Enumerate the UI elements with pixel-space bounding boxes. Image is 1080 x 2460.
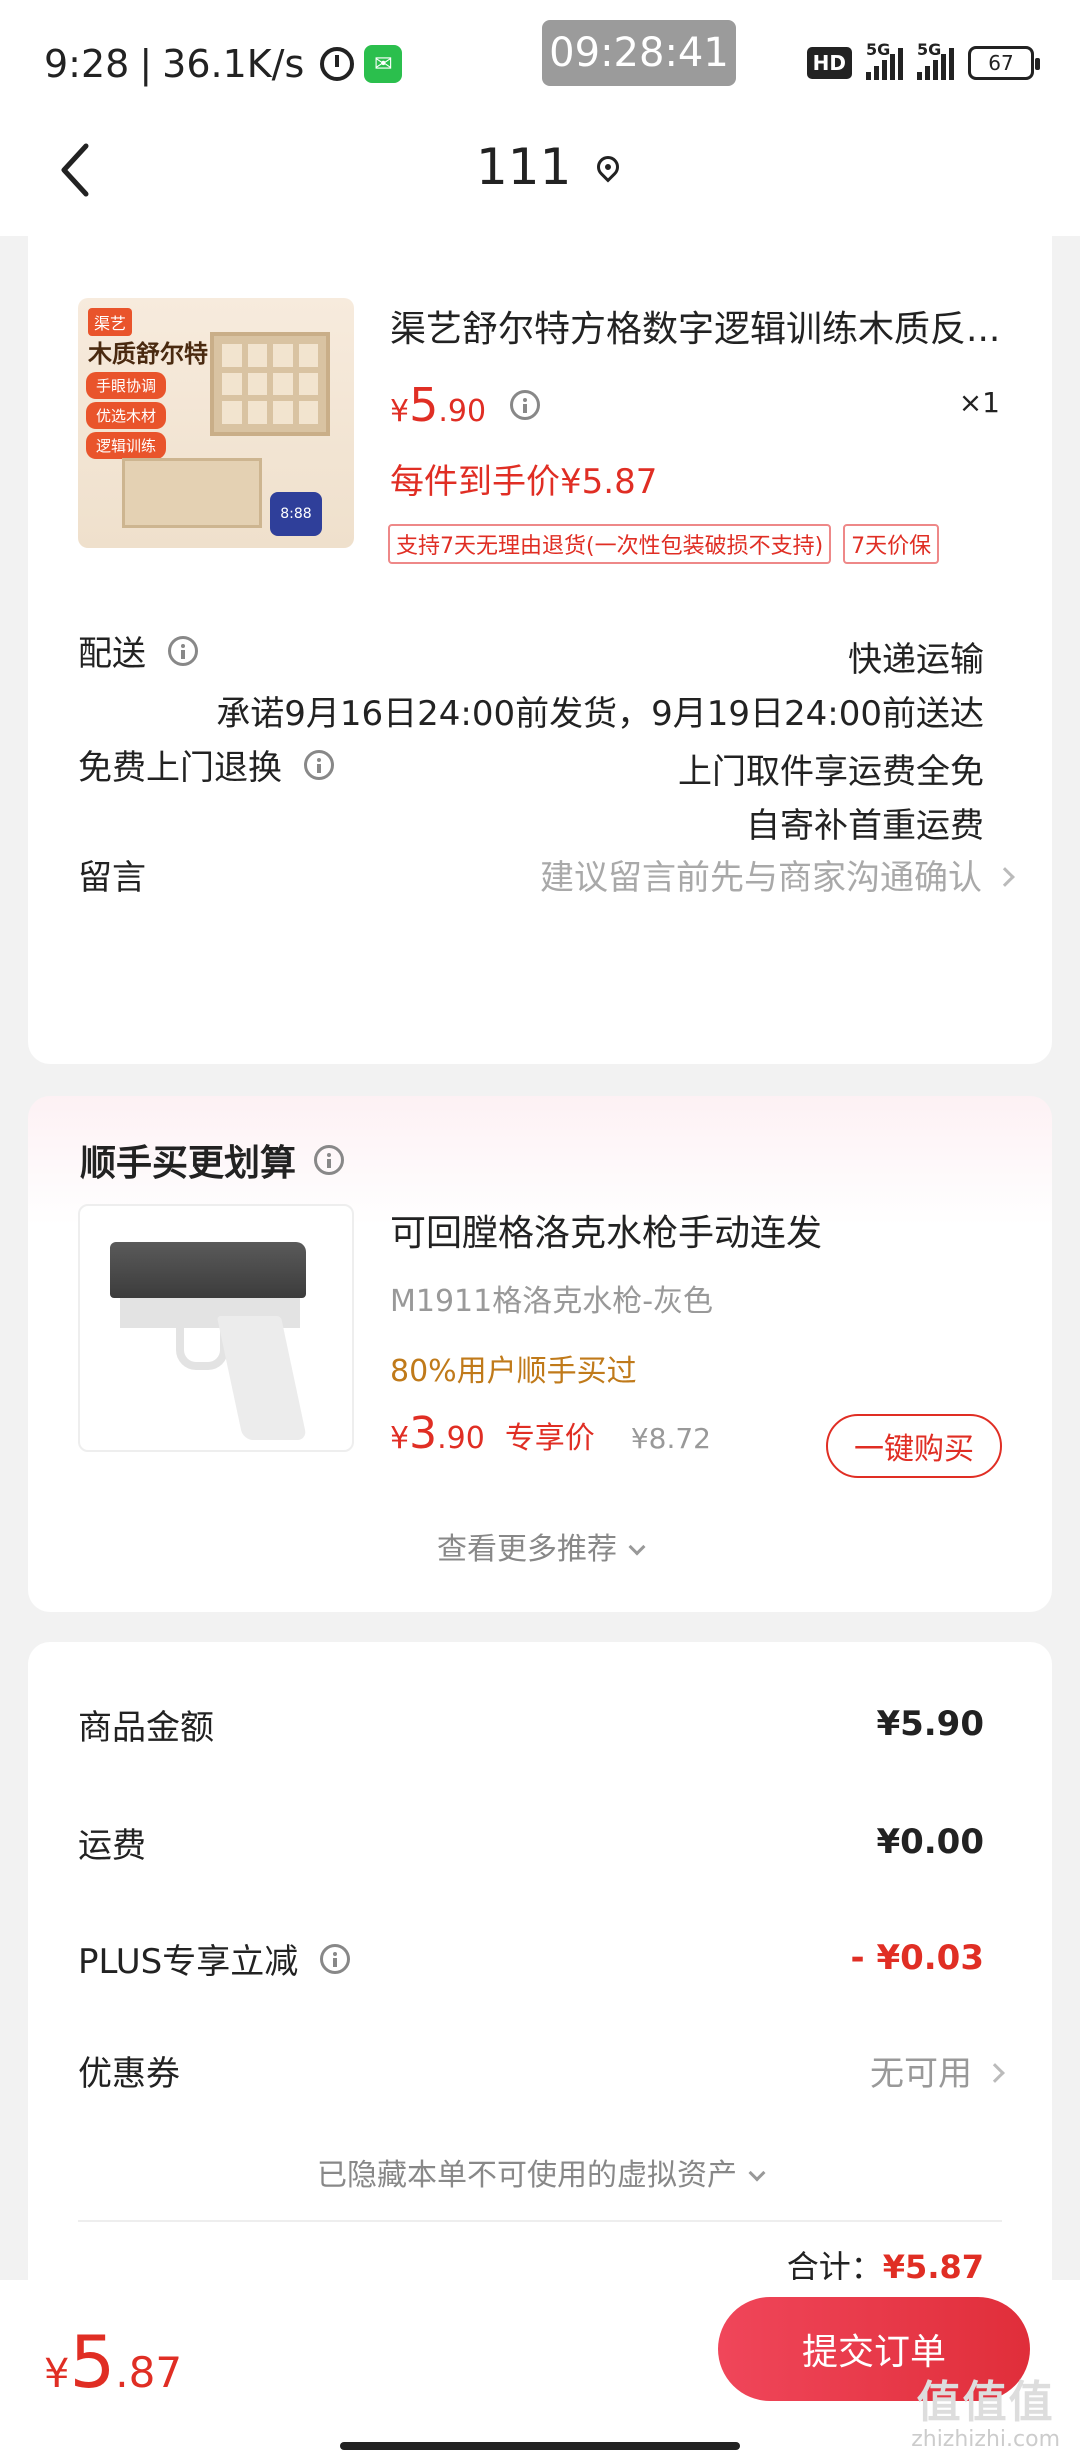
plus-info-icon[interactable] bbox=[320, 1943, 351, 1974]
gun-slide-image bbox=[110, 1242, 306, 1298]
delivery-info-icon[interactable] bbox=[168, 635, 198, 666]
signal-icon: 5G bbox=[866, 40, 903, 80]
address-label: 111 bbox=[476, 138, 572, 196]
recommend-price: ¥ 3 .90 专享价 ¥8.72 bbox=[390, 1408, 711, 1459]
timer-image: 8:88 bbox=[270, 492, 322, 536]
product-thumbnail[interactable]: 渠艺 木质舒尔特 手眼协调 优选木材 逻辑训练 8:88 bbox=[78, 298, 354, 548]
hd-icon: HD bbox=[806, 47, 852, 79]
product-title[interactable]: 渠艺舒尔特方格数字逻辑训练木质反... bbox=[390, 300, 1000, 352]
original-price: ¥8.72 bbox=[630, 1422, 711, 1455]
nav-bar: 111 bbox=[0, 120, 1080, 236]
price-info-icon[interactable] bbox=[510, 390, 541, 420]
recommend-card: 顺手买更划算 可回膛格洛克水枪手动连发 M1911格洛克水枪-灰色 80%用户顺… bbox=[28, 1096, 1052, 1612]
shipping-value: ¥0.00 bbox=[876, 1822, 984, 1862]
home-indicator[interactable] bbox=[340, 2442, 740, 2450]
bottom-total-price: ¥ 5 .87 bbox=[44, 2320, 183, 2404]
signal-icon-2: 5G bbox=[917, 40, 954, 80]
delivery-promise: 承诺9月16日24:00前发货，9月19日24:00前送达 bbox=[216, 694, 984, 734]
wechat-icon: ✉ bbox=[364, 45, 403, 83]
recommend-spec: M1911格洛克水枪-灰色 bbox=[390, 1284, 714, 1319]
chevron-down-icon bbox=[628, 1538, 646, 1556]
price-protect-tag: 7天价保 bbox=[843, 524, 940, 564]
grid-board-image bbox=[210, 332, 330, 436]
chevron-down-icon bbox=[748, 2164, 766, 2182]
return-line-2: 自寄补首重运费 bbox=[746, 806, 984, 846]
delivery-method[interactable]: 快递运输 bbox=[848, 632, 984, 681]
product-quantity: ×1 bbox=[958, 386, 1000, 419]
back-icon[interactable] bbox=[56, 140, 96, 200]
bottom-bar: ¥ 5 .87 提交订单 值值值 zhizhizhi.com bbox=[0, 2280, 1080, 2460]
exclusive-label: 专享价 bbox=[504, 1421, 595, 1456]
goods-amount-value: ¥5.90 bbox=[876, 1704, 984, 1744]
plus-discount-value: - ¥0.03 bbox=[850, 1938, 985, 1978]
recommend-buyers: 80%用户顺手买过 bbox=[390, 1354, 637, 1389]
tile-tray-image bbox=[122, 458, 262, 528]
order-product-card: 渠艺 木质舒尔特 手眼协调 优选木材 逻辑训练 8:88 渠艺舒尔特方格数字逻辑… bbox=[28, 236, 1052, 1064]
watermark: 值值值 zhizhizhi.com bbox=[911, 2377, 1060, 2452]
clock-overlay: 09:28:41 bbox=[542, 20, 736, 86]
coupon-value: 无可用 bbox=[870, 2054, 972, 2094]
battery-icon: 67 bbox=[968, 46, 1040, 80]
recommend-thumbnail[interactable] bbox=[78, 1204, 354, 1452]
thumb-chip: 手眼协调 bbox=[86, 372, 167, 399]
status-left: 9:28 | 36.1K/s ✉ bbox=[44, 42, 403, 86]
location-pin-icon bbox=[592, 151, 624, 183]
return-policy-tag: 支持7天无理由退货(一次性包装破损不支持) bbox=[388, 524, 832, 564]
thumb-chip: 逻辑训练 bbox=[86, 432, 167, 459]
service-tags: 支持7天无理由退货(一次性包装破损不支持) 7天价保 bbox=[388, 524, 940, 564]
chevron-right-icon bbox=[995, 866, 1015, 887]
hidden-assets-toggle[interactable]: 已隐藏本单不可使用的虚拟资产 bbox=[28, 2150, 1052, 2194]
price-summary-card: 商品金额 ¥5.90 运费 ¥0.00 PLUS专享立减 - ¥0.03 优惠券… bbox=[28, 1642, 1052, 2342]
gun-grip-image bbox=[216, 1316, 308, 1440]
return-info-icon[interactable] bbox=[304, 749, 334, 780]
thumb-title: 木质舒尔特 bbox=[88, 340, 208, 368]
alarm-icon bbox=[320, 47, 355, 81]
one-click-buy-button[interactable]: 一键购买 bbox=[826, 1414, 1002, 1478]
recommend-info-icon[interactable] bbox=[314, 1145, 345, 1175]
address-title[interactable]: 111 bbox=[476, 138, 624, 196]
note-label: 留言 bbox=[78, 858, 146, 898]
divider bbox=[78, 2220, 1002, 2222]
shipping-label: 运费 bbox=[78, 1826, 146, 1866]
recommend-heading: 顺手买更划算 bbox=[80, 1134, 345, 1186]
plus-discount-label: PLUS专享立减 bbox=[78, 1934, 351, 1983]
thumb-chip: 优选木材 bbox=[86, 402, 167, 429]
return-line-1: 上门取件享运费全免 bbox=[678, 752, 984, 792]
status-time: 9:28 bbox=[44, 42, 130, 86]
note-placeholder: 建议留言前先与商家沟通确认 bbox=[540, 858, 982, 898]
final-unit-price: 每件到手价¥5.87 bbox=[390, 462, 658, 502]
coupon-selector[interactable]: 无可用 bbox=[870, 2046, 1005, 2095]
status-right: HD 5G 5G 67 bbox=[806, 40, 1040, 80]
status-bar: 9:28 | 36.1K/s ✉ 09:28:41 HD 5G 5G 67 bbox=[0, 0, 1080, 120]
recommend-title[interactable]: 可回膛格洛克水枪手动连发 bbox=[390, 1204, 822, 1256]
more-recommend-link[interactable]: 查看更多推荐 bbox=[28, 1524, 1052, 1568]
coupon-label: 优惠券 bbox=[78, 2054, 180, 2094]
free-return-label: 免费上门退换 bbox=[78, 740, 334, 789]
status-net-speed: 36.1K/s bbox=[162, 42, 305, 86]
goods-amount-label: 商品金额 bbox=[78, 1708, 214, 1748]
thumb-brand-tag: 渠艺 bbox=[88, 308, 133, 336]
note-input[interactable]: 建议留言前先与商家沟通确认 bbox=[540, 850, 1015, 899]
product-price: ¥ 5 .90 bbox=[390, 378, 541, 432]
chevron-right-icon bbox=[985, 2062, 1005, 2083]
delivery-label: 配送 bbox=[78, 626, 198, 675]
